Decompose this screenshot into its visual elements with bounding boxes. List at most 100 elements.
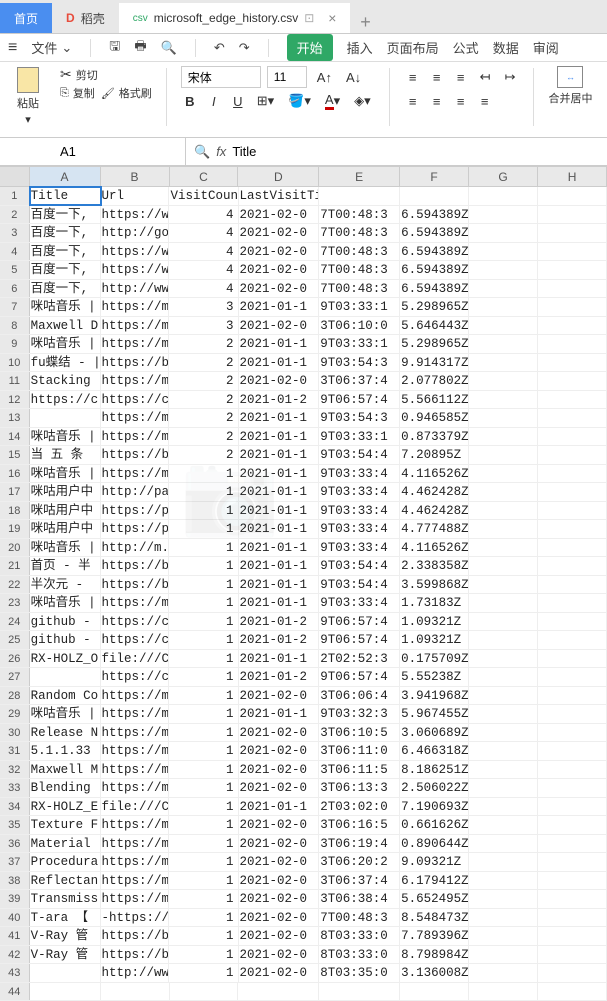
cell[interactable]: https://c xyxy=(101,668,170,686)
cell[interactable]: 2021-02-0 xyxy=(239,909,320,927)
cut-button[interactable]: ✂剪切 xyxy=(60,66,152,83)
cell[interactable]: 首页 - 半 xyxy=(30,557,101,575)
col-header[interactable]: A xyxy=(30,167,101,186)
cell[interactable]: 4 xyxy=(169,243,238,261)
cell[interactable]: 2 xyxy=(169,372,238,390)
cell[interactable]: 0.175709Z xyxy=(400,650,469,668)
cell[interactable]: Release N xyxy=(30,724,101,742)
cell[interactable]: 3.599868Z xyxy=(400,576,469,594)
cell[interactable]: 2 xyxy=(169,409,238,427)
col-header[interactable]: H xyxy=(538,167,607,186)
cell[interactable] xyxy=(469,946,538,964)
cell[interactable]: 2021-01-1 xyxy=(239,465,320,483)
cell[interactable] xyxy=(538,724,607,742)
cell[interactable]: 1 xyxy=(169,724,238,742)
cell[interactable]: 咪咕用户中 xyxy=(30,483,101,501)
cell[interactable]: https://m xyxy=(101,687,170,705)
row-header[interactable]: 42 xyxy=(0,946,30,964)
cell[interactable] xyxy=(538,187,607,205)
cell[interactable]: 3T06:20:2 xyxy=(319,853,400,871)
cell[interactable]: 2021-02-0 xyxy=(239,317,320,335)
cell[interactable]: 3T06:13:3 xyxy=(319,779,400,797)
cell[interactable] xyxy=(319,983,400,1001)
cell[interactable]: 1 xyxy=(169,798,238,816)
row-header[interactable]: 43 xyxy=(0,964,30,982)
fx-icon[interactable]: fx xyxy=(216,144,226,159)
add-tab-button[interactable]: + xyxy=(350,12,380,33)
cell[interactable]: 1 xyxy=(169,687,238,705)
cell[interactable]: 2021-02-0 xyxy=(239,779,320,797)
cell[interactable] xyxy=(538,650,607,668)
row-header[interactable]: 8 xyxy=(0,317,30,335)
cell[interactable] xyxy=(538,594,607,612)
cell[interactable]: 1 xyxy=(169,946,238,964)
cell[interactable] xyxy=(469,576,538,594)
cell[interactable]: 咪咕音乐 | xyxy=(30,594,101,612)
cell[interactable]: 2 xyxy=(169,428,238,446)
cell[interactable]: 8T03:33:0 xyxy=(319,946,400,964)
search-icon[interactable]: 🔍 xyxy=(194,144,210,160)
font-size-select[interactable] xyxy=(267,66,307,88)
cell[interactable]: 7T00:48:3 xyxy=(319,243,400,261)
cell[interactable] xyxy=(538,761,607,779)
cell[interactable]: 8.186251Z xyxy=(400,761,469,779)
pin-icon[interactable]: ⊡ xyxy=(304,11,314,25)
cell[interactable] xyxy=(538,835,607,853)
cell[interactable]: https://m xyxy=(101,317,170,335)
cell[interactable]: 2021-02-0 xyxy=(239,724,320,742)
cell[interactable]: 7T00:48:3 xyxy=(319,224,400,242)
cell[interactable] xyxy=(538,668,607,686)
cell[interactable]: 9T03:54:4 xyxy=(319,446,400,464)
cell[interactable] xyxy=(469,187,538,205)
justify-button[interactable]: ≡ xyxy=(476,90,494,112)
cell[interactable]: 咪咕用户中 xyxy=(30,520,101,538)
cell[interactable] xyxy=(538,502,607,520)
cell[interactable]: 百度一下, xyxy=(30,280,101,298)
cell[interactable]: Random Co xyxy=(30,687,101,705)
fill-color-button[interactable]: 🪣▾ xyxy=(284,90,315,112)
cell[interactable] xyxy=(469,779,538,797)
cell[interactable] xyxy=(469,354,538,372)
cell[interactable]: 百度一下, xyxy=(30,224,101,242)
cell[interactable]: 2021-01-1 xyxy=(239,446,320,464)
row-header[interactable]: 1 xyxy=(0,187,30,205)
cell[interactable]: 2021-02-0 xyxy=(239,853,320,871)
cell[interactable]: 3T06:06:4 xyxy=(319,687,400,705)
cell[interactable]: 百度一下, xyxy=(30,261,101,279)
cell[interactable] xyxy=(469,927,538,945)
menu-data[interactable]: 数据 xyxy=(493,38,519,57)
cell[interactable]: 1 xyxy=(169,613,238,631)
cell[interactable]: 咪咕音乐 | xyxy=(30,298,101,316)
cell[interactable]: https://m xyxy=(101,816,170,834)
align-center-button[interactable]: ≡ xyxy=(428,90,446,112)
cell[interactable]: 2021-02-0 xyxy=(239,761,320,779)
cell[interactable] xyxy=(469,705,538,723)
cell[interactable] xyxy=(538,446,607,464)
cell[interactable]: Texture F xyxy=(30,816,101,834)
cell[interactable]: 0.873379Z xyxy=(400,428,469,446)
cell[interactable]: https://m xyxy=(101,835,170,853)
col-header[interactable]: B xyxy=(101,167,170,186)
cell[interactable]: 4 xyxy=(169,224,238,242)
cell[interactable] xyxy=(469,890,538,908)
cell[interactable]: 1 xyxy=(169,909,238,927)
cell[interactable]: 7T00:48:3 xyxy=(319,206,400,224)
cell[interactable]: 1 xyxy=(169,650,238,668)
cell[interactable]: 2021-01-1 xyxy=(239,335,320,353)
cell[interactable]: 3T06:16:5 xyxy=(319,816,400,834)
cell[interactable]: 9.914317Z xyxy=(400,354,469,372)
cell[interactable]: 5.652495Z xyxy=(400,890,469,908)
row-header[interactable]: 27 xyxy=(0,668,30,686)
cell[interactable]: 3 xyxy=(169,298,238,316)
cell[interactable] xyxy=(469,557,538,575)
cell[interactable]: https://m xyxy=(101,428,170,446)
cell[interactable]: 9T03:33:4 xyxy=(319,520,400,538)
cell[interactable]: Maxwell M xyxy=(30,761,101,779)
row-header[interactable]: 4 xyxy=(0,243,30,261)
row-header[interactable]: 25 xyxy=(0,631,30,649)
cell[interactable]: https://b xyxy=(101,557,170,575)
cell[interactable]: https://b xyxy=(101,927,170,945)
cell[interactable]: 2021-02-0 xyxy=(239,946,320,964)
cell[interactable]: https://c xyxy=(101,613,170,631)
cell[interactable]: 咪咕音乐 | xyxy=(30,539,101,557)
